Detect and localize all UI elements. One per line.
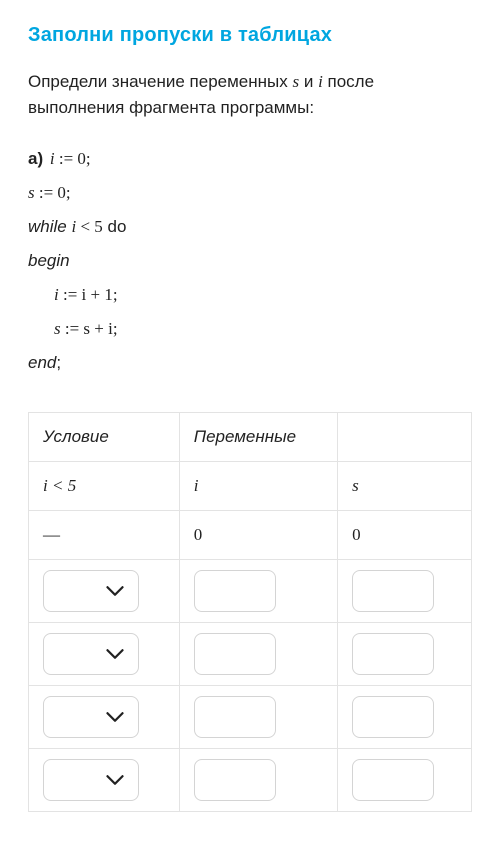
code-l5-rhs: := i + 1; xyxy=(59,285,118,304)
chevron-down-icon xyxy=(106,774,124,786)
table-row: — 0 0 xyxy=(29,510,472,559)
subhead-i: i xyxy=(179,461,337,510)
cell-cond-0: — xyxy=(29,510,180,559)
condition-select[interactable] xyxy=(43,633,139,675)
cell-s-0: 0 xyxy=(338,510,472,559)
condition-select[interactable] xyxy=(43,759,139,801)
i-input[interactable] xyxy=(194,759,276,801)
part-label: a) xyxy=(28,149,43,168)
code-begin-kw: begin xyxy=(28,251,70,270)
s-input[interactable] xyxy=(352,696,434,738)
code-l2-var: s xyxy=(28,183,35,202)
intro-text: Определи значение переменных xyxy=(28,72,292,91)
i-input[interactable] xyxy=(194,633,276,675)
col-head-variables: Переменные xyxy=(179,412,337,461)
task-intro: Определи значение переменных s и i после… xyxy=(28,69,472,122)
subhead-condition: i < 5 xyxy=(29,461,180,510)
col-head-condition: Условие xyxy=(29,412,180,461)
chevron-down-icon xyxy=(106,585,124,597)
page-title: Заполни пропуски в таблицах xyxy=(28,24,472,47)
s-input[interactable] xyxy=(352,633,434,675)
cell-i-0: 0 xyxy=(179,510,337,559)
code-do-kw: do xyxy=(103,217,127,236)
chevron-down-icon xyxy=(106,711,124,723)
table-row xyxy=(29,559,472,622)
table-row xyxy=(29,748,472,811)
condition-select[interactable] xyxy=(43,570,139,612)
i-input[interactable] xyxy=(194,696,276,738)
trace-table: Условие Переменные i < 5 i s — 0 0 xyxy=(28,412,472,812)
col-head-blank xyxy=(338,412,472,461)
i-input[interactable] xyxy=(194,570,276,612)
code-l2-assign: := 0; xyxy=(35,183,71,202)
s-input[interactable] xyxy=(352,759,434,801)
subhead-s: s xyxy=(338,461,472,510)
code-end-kw: end xyxy=(28,353,56,372)
subhead-cond-rest: < 5 xyxy=(48,476,76,495)
code-while-kw: while xyxy=(28,217,71,236)
code-end-semi: ; xyxy=(56,353,61,372)
table-row xyxy=(29,622,472,685)
s-input[interactable] xyxy=(352,570,434,612)
condition-select[interactable] xyxy=(43,696,139,738)
code-fragment: a) i := 0; s := 0; while i < 5 do begin … xyxy=(28,142,472,380)
chevron-down-icon xyxy=(106,648,124,660)
code-cond-rest: < 5 xyxy=(76,217,103,236)
intro-and: и xyxy=(299,72,318,91)
code-l6-lhs: s xyxy=(54,319,61,338)
table-row xyxy=(29,685,472,748)
code-l1-assign: := 0; xyxy=(55,149,91,168)
code-l6-rhs: := s + i; xyxy=(61,319,118,338)
